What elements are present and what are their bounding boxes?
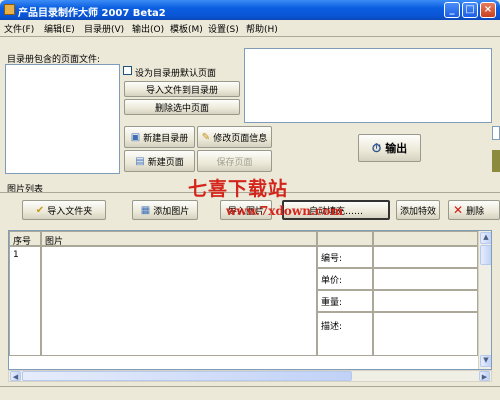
delete-x-icon: ✕: [453, 203, 464, 217]
maximize-button[interactable]: □: [462, 2, 478, 18]
window-title: 产品目录制作大师 2007 Beta2: [18, 8, 166, 19]
add-image-button[interactable]: ▦ 添加图片: [132, 200, 198, 220]
close-button[interactable]: ×: [480, 2, 496, 18]
row-index: 1: [13, 250, 19, 260]
watermark-title: 七喜下载站: [188, 178, 289, 200]
default-page-checkbox-label: 设为目录册默认页面: [135, 69, 217, 79]
edit-icon: ✎: [201, 131, 211, 143]
new-catalog-button[interactable]: ▣ 新建目录册: [124, 126, 195, 148]
output-button[interactable]: ⏱ 输出: [358, 134, 421, 162]
side-indicator: [492, 126, 500, 140]
page-icon: ▤: [135, 155, 145, 167]
menu-file[interactable]: 文件(F): [4, 22, 34, 35]
menu-output[interactable]: 输出(O): [132, 22, 164, 35]
output-label: 输出: [385, 142, 408, 155]
delete-image-button[interactable]: ✕ 删除: [448, 200, 500, 220]
column-header-value: [373, 231, 478, 246]
menu-template[interactable]: 模板(M): [170, 22, 203, 35]
field-weight-value[interactable]: [373, 290, 478, 312]
add-effect-button[interactable]: 添加特效: [396, 200, 440, 220]
table-row-index-cell: 1: [9, 246, 41, 356]
status-bar: [0, 386, 500, 400]
field-label-cell: 单价:: [317, 268, 373, 290]
import-to-catalog-button[interactable]: 导入文件到目录册: [124, 81, 240, 97]
field-desc-label: 描述:: [321, 322, 343, 332]
add-image-label: 添加图片: [153, 206, 190, 217]
vertical-scrollbar[interactable]: ▲ ▼: [478, 231, 491, 369]
scroll-thumb[interactable]: [480, 245, 491, 265]
import-folder-button[interactable]: ✔ 导入文件夹: [22, 200, 106, 220]
menu-help[interactable]: 帮助(H): [246, 22, 278, 35]
scroll-down-icon[interactable]: ▼: [480, 355, 491, 367]
field-price-value[interactable]: [373, 268, 478, 290]
scroll-up-icon[interactable]: ▲: [480, 232, 491, 244]
field-label-cell: 重量:: [317, 290, 373, 312]
field-label-cell: 编号:: [317, 246, 373, 268]
horizontal-scroll-thumb[interactable]: [22, 371, 352, 381]
field-price-label: 单价:: [321, 276, 343, 286]
new-page-label: 新建页面: [147, 157, 184, 168]
new-page-button[interactable]: ▤ 新建页面: [124, 150, 195, 172]
column-header-field: [317, 231, 373, 246]
image-grid-icon: ▦: [140, 204, 151, 216]
app-icon: [4, 4, 15, 15]
scroll-left-icon[interactable]: ◀: [10, 371, 21, 381]
minimize-button[interactable]: _: [444, 2, 460, 18]
edit-page-info-label: 修改页面信息: [213, 133, 268, 144]
field-label-cell: 描述:: [317, 312, 373, 356]
field-desc-value[interactable]: [373, 312, 478, 356]
table-row-image-cell[interactable]: [41, 246, 317, 356]
side-color-block: [492, 150, 500, 172]
catalog-icon: ▣: [130, 131, 141, 143]
separator: [0, 36, 500, 37]
field-code-value[interactable]: [373, 246, 478, 268]
new-catalog-label: 新建目录册: [143, 133, 189, 144]
image-table[interactable]: 序号 图片 1 编号: 单价: 重量: 描述: ▲ ▼: [8, 230, 492, 370]
folder-icon: ✔: [35, 204, 45, 216]
menu-settings[interactable]: 设置(S): [208, 22, 239, 35]
title-bar: 产品目录制作大师 2007 Beta2 _ □ ×: [0, 0, 500, 20]
save-page-button[interactable]: 保存页面: [197, 150, 272, 172]
menu-catalog[interactable]: 目录册(V): [84, 22, 124, 35]
timer-icon: ⏱: [371, 140, 382, 155]
menu-edit[interactable]: 编辑(E): [44, 22, 75, 35]
import-folder-label: 导入文件夹: [47, 206, 93, 217]
field-weight-label: 重量:: [321, 298, 343, 308]
pages-list[interactable]: [5, 64, 120, 174]
default-page-checkbox[interactable]: [123, 66, 132, 75]
watermark-url: www.7xdown.com: [226, 204, 344, 218]
page-preview: [244, 48, 492, 123]
delete-selected-page-button[interactable]: 删除选中页面: [124, 99, 240, 115]
edit-page-info-button[interactable]: ✎ 修改页面信息: [197, 126, 272, 148]
column-header-image: 图片: [41, 231, 317, 247]
images-label: 图片列表: [7, 185, 44, 195]
menu-bar: 文件(F) 编辑(E) 目录册(V) 输出(O) 模板(M) 设置(S) 帮助(…: [0, 20, 500, 35]
horizontal-scrollbar[interactable]: ◀ ▶: [8, 370, 492, 382]
delete-image-label: 删除: [466, 206, 485, 217]
scroll-right-icon[interactable]: ▶: [479, 371, 490, 381]
column-header-index: 序号: [9, 231, 41, 247]
field-code-label: 编号:: [321, 254, 343, 264]
